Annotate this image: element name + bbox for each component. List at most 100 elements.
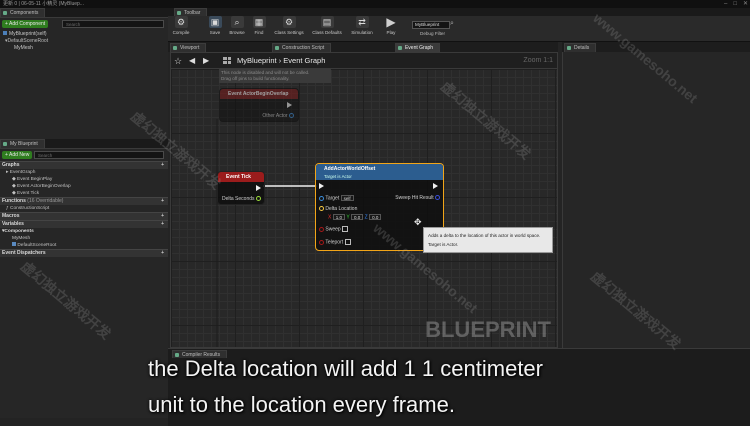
other-actor-pin[interactable]: Other Actor [262, 113, 294, 119]
component-mesh[interactable]: MyMesh [14, 45, 33, 52]
play-button[interactable]: ▶ Play [380, 15, 402, 42]
component-variable-item[interactable]: MyMesh [0, 235, 168, 242]
my-blueprint-icon [3, 142, 7, 146]
x-axis-label: X [328, 214, 332, 221]
simulation-label: Simulation [351, 30, 373, 35]
overlap-exec-out-pin[interactable] [287, 102, 292, 108]
event-actor-begin-overlap-node[interactable]: Event ActorBeginOverlap Other Actor [219, 88, 299, 122]
target-value: self [340, 195, 354, 201]
tab-details[interactable]: Details [564, 43, 597, 52]
maximize-icon[interactable]: □ [733, 0, 737, 8]
component-scene-root[interactable]: ▾DefaultSceneRoot [5, 38, 48, 45]
section-functions[interactable]: Functions (16 Overridable) + [0, 197, 168, 205]
add-macro-icon[interactable]: + [161, 213, 164, 220]
add-graph-icon[interactable]: + [161, 162, 164, 169]
tick-node-title: Event Tick [226, 174, 251, 180]
debug-select[interactable]: MyBlueprint [412, 21, 450, 29]
compiler-results-panel: Compiler Results [168, 348, 750, 426]
tab-my-blueprint[interactable]: My Blueprint [0, 139, 45, 148]
find-button[interactable]: ▦ Find [248, 16, 270, 42]
breadcrumb-current[interactable]: Event Graph [283, 56, 325, 65]
teleport-checkbox[interactable] [344, 239, 351, 245]
event-label: Event Tick [17, 191, 40, 196]
event-graph-canvas[interactable]: ☆ ◀ ▶ MyBlueprint › Event Graph Zoom 1:1… [170, 52, 558, 348]
debug-search-icon[interactable]: ⌕ [450, 20, 454, 28]
close-icon[interactable]: ✕ [743, 0, 748, 8]
components-search-input[interactable]: Search [62, 20, 164, 28]
delta-x-field[interactable]: 1.0 [332, 214, 345, 220]
tab-components[interactable]: Components [0, 8, 46, 17]
class-settings-button[interactable]: ⚙ Class Settings [272, 16, 306, 42]
components-subsection[interactable]: ▾Components [0, 228, 168, 235]
section-macros[interactable]: Macros + [0, 212, 168, 220]
event-item[interactable]: ◆ Event Tick [0, 190, 168, 197]
tab-compiler-results[interactable]: Compiler Results [172, 350, 228, 358]
minimize-icon[interactable]: – [724, 0, 727, 8]
my-blueprint-tabbar: My Blueprint [0, 139, 168, 148]
details-icon [567, 46, 571, 50]
graph-grid-icon [223, 57, 231, 64]
section-event-dispatchers[interactable]: Event Dispatchers + [0, 249, 168, 257]
sweep-hit-result-pin[interactable]: Sweep Hit Result [395, 195, 440, 201]
favorite-star-icon[interactable]: ☆ [174, 56, 182, 67]
graph-nav-bar: ☆ ◀ ▶ MyBlueprint › Event Graph Zoom 1:1 [171, 53, 557, 69]
construction-script-item[interactable]: ƒ ConstructionScript [0, 205, 168, 212]
viewport-icon [173, 46, 177, 50]
save-button[interactable]: ▣ Save [204, 16, 226, 42]
event-item[interactable]: ◆ Event ActorBeginOverlap [0, 183, 168, 190]
offset-exec-out-pin[interactable] [433, 183, 438, 189]
teleport-pin[interactable]: Teleport [319, 239, 351, 245]
target-pin[interactable]: Target self [319, 195, 354, 201]
simulation-icon: ⇄ [355, 16, 369, 28]
add-variable-icon[interactable]: + [161, 221, 164, 228]
class-defaults-button[interactable]: ▤ Class Defaults [310, 16, 344, 42]
delta-seconds-pin[interactable]: Delta Seconds [222, 196, 261, 202]
delta-location-pin[interactable]: Delta Location [319, 206, 357, 212]
back-arrow-icon[interactable]: ◀ [189, 56, 195, 65]
event-graph-item[interactable]: ▸ EventGraph [0, 169, 168, 176]
offset-exec-in-pin[interactable] [319, 183, 324, 189]
toolbar-tabbar: Toolbar [168, 8, 750, 16]
unreal-editor-window: 更新 0 | 06-05-11 小精灵 (MyBluep... – □ ✕ Co… [0, 0, 750, 426]
tab-construction-script[interactable]: Construction Script [272, 43, 332, 52]
simulation-button[interactable]: ⇄ Simulation [348, 16, 376, 42]
delta-y-field[interactable]: 0.0 [350, 214, 364, 220]
compile-button[interactable]: ⚙ Compile [170, 16, 192, 42]
tab-event-graph[interactable]: Event Graph [394, 43, 441, 52]
tab-toolbar[interactable]: Toolbar [174, 8, 208, 16]
event-tick-node[interactable]: Event Tick Delta Seconds [217, 171, 265, 205]
graph-icon: ▸ [6, 170, 9, 175]
add-new-button[interactable]: + Add New [2, 151, 33, 159]
add-function-icon[interactable]: + [161, 198, 164, 205]
breadcrumb-root[interactable]: MyBlueprint [237, 56, 277, 65]
toolbar: Toolbar ⚙ Compile ▣ Save ⌕ Browse ▦ Find ⚙ Cl… [168, 8, 750, 42]
tab-viewport-label: Viewport [180, 45, 200, 51]
compile-icon: ⚙ [174, 16, 188, 28]
section-graphs[interactable]: Graphs + [0, 161, 168, 169]
toolbar-icon [177, 11, 181, 15]
move-cursor-icon: ✥ [414, 217, 422, 227]
graph-grid[interactable]: This node is disabled and will not be ca… [171, 69, 557, 347]
tooltip-line2: Target is Actor. [428, 242, 459, 247]
component-variable-label: MyMesh [12, 236, 31, 241]
tab-viewport[interactable]: Viewport [170, 43, 207, 52]
tick-exec-out-pin[interactable] [256, 185, 261, 191]
browse-button[interactable]: ⌕ Browse [226, 16, 248, 42]
forward-arrow-icon[interactable]: ▶ [203, 56, 209, 65]
sweep-checkbox[interactable] [342, 226, 349, 232]
section-variables[interactable]: Variables + [0, 220, 168, 228]
add-component-button[interactable]: + Add Component [2, 20, 49, 28]
components-sub-label: Components [4, 229, 34, 234]
component-variable-item[interactable]: DefaultSceneRoot [0, 242, 168, 249]
component-icon [12, 242, 16, 246]
sweep-pin[interactable]: Sweep [319, 226, 349, 232]
event-label: Event ActorBeginOverlap [17, 184, 71, 189]
my-blueprint-search-input[interactable]: Search [34, 151, 164, 159]
component-root[interactable]: MyBlueprint(self) [3, 31, 47, 38]
tab-details-label: Details [574, 45, 590, 51]
delta-location-fields: X 1.0 Y 0.0 Z 0.0 [328, 214, 382, 221]
tooltip-line1: Adds a delta to the location of this act… [428, 233, 541, 238]
event-item[interactable]: ◆ Event BeginPlay [0, 176, 168, 183]
function-icon: ƒ [6, 206, 9, 211]
add-dispatcher-icon[interactable]: + [161, 250, 164, 257]
